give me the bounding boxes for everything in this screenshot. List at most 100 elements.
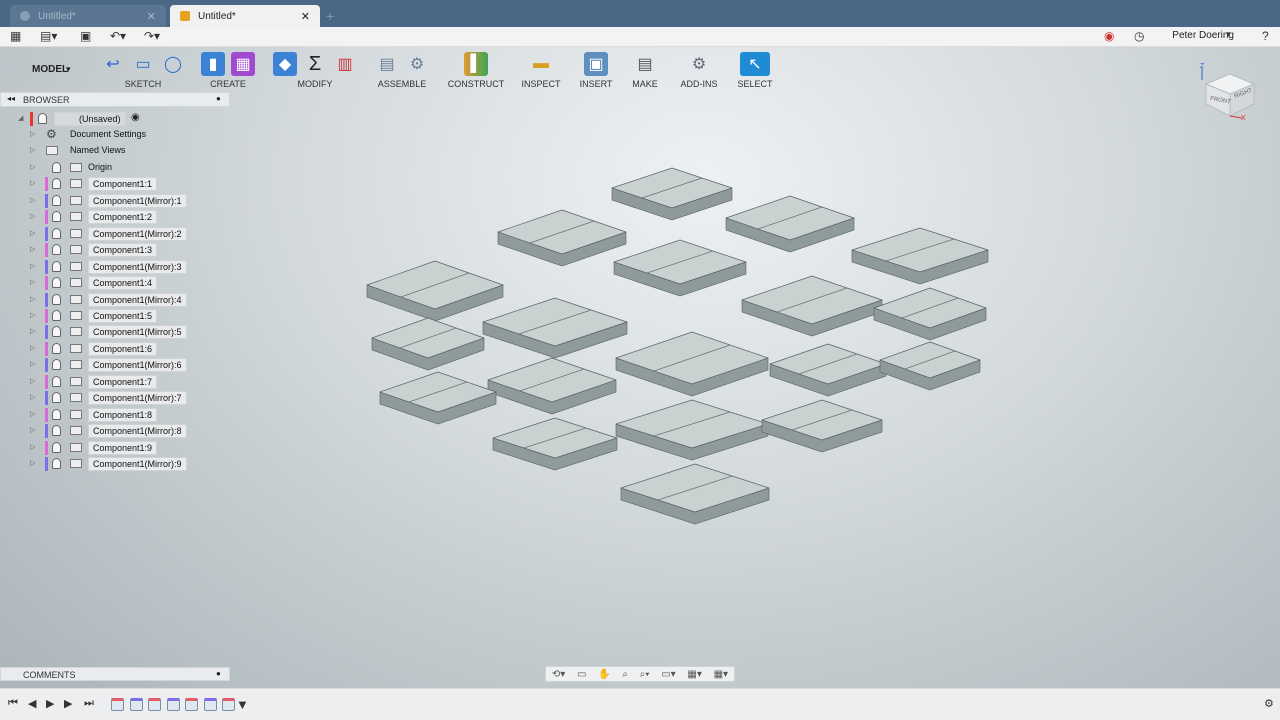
expand-icon[interactable]: ▷ <box>30 311 35 319</box>
browser-item[interactable]: ▷ Component1:4 <box>0 275 232 291</box>
expand-down-icon[interactable]: ◢ <box>18 114 23 122</box>
tile-body[interactable] <box>482 297 628 359</box>
help-icon[interactable]: ? <box>1262 29 1269 43</box>
visibility-bulb-icon[interactable] <box>52 458 61 469</box>
make-group[interactable]: ▤ MAKE <box>624 47 666 92</box>
expand-icon[interactable]: ▷ <box>30 327 35 335</box>
look-at-icon[interactable]: ▭ <box>577 669 586 680</box>
construct-group[interactable]: ▌ CONSTRUCT <box>444 47 508 92</box>
tab-untitled-2[interactable]: Untitled* ✕ <box>170 5 320 27</box>
expand-icon[interactable]: ▷ <box>30 377 35 385</box>
inspect-group[interactable]: ▬ INSPECT <box>516 47 566 92</box>
display-settings-icon[interactable]: ▭▾ <box>661 669 675 680</box>
browser-item[interactable]: ▷ Component1(Mirror):1 <box>0 193 232 209</box>
browser-item[interactable]: ▷ Component1:6 <box>0 341 232 357</box>
last-step-icon[interactable]: ⏭ <box>84 697 94 710</box>
browser-item[interactable]: ▷ Component1(Mirror):6 <box>0 357 232 373</box>
browser-item[interactable]: ▷ Component1(Mirror):4 <box>0 292 232 308</box>
tile-body[interactable] <box>769 343 887 397</box>
chevron-down-icon[interactable]: ▾ <box>66 64 71 75</box>
radio-icon[interactable]: ◉ <box>131 112 140 123</box>
timeline-feature-icon[interactable] <box>222 698 235 711</box>
scripts-icon[interactable]: ⚙ <box>687 52 711 76</box>
browser-panel-header[interactable]: ◂◂ BROWSER ● <box>0 92 230 107</box>
expand-icon[interactable]: ▷ <box>30 146 35 154</box>
image-icon[interactable]: ▣ <box>584 52 608 76</box>
pin-icon[interactable]: ● <box>216 669 221 678</box>
create-group[interactable]: ▮ ▦ CREATE <box>196 47 260 92</box>
file-icon[interactable]: ▤▾ <box>40 29 57 43</box>
insert-group[interactable]: ▣ INSERT <box>574 47 618 92</box>
browser-item[interactable]: ▷ Component1(Mirror):9 <box>0 456 232 472</box>
tile-body[interactable] <box>615 331 769 397</box>
visibility-bulb-icon[interactable] <box>52 244 61 256</box>
timeline-feature-icon[interactable] <box>166 698 180 711</box>
tile-body[interactable] <box>761 399 883 453</box>
expand-icon[interactable]: ▷ <box>30 163 35 171</box>
visibility-bulb-icon[interactable] <box>52 392 61 404</box>
visibility-bulb-icon[interactable] <box>52 260 61 272</box>
orbit-icon[interactable]: ⟲▾ <box>552 669 565 680</box>
tile-body[interactable] <box>615 399 769 461</box>
form-icon[interactable]: ▦ <box>231 52 255 76</box>
expand-icon[interactable]: ▷ <box>30 212 35 220</box>
tile-body[interactable] <box>611 167 733 221</box>
visibility-bulb-icon[interactable] <box>52 342 61 354</box>
browser-item[interactable]: ▷ Component1(Mirror):7 <box>0 390 232 406</box>
select-cursor-icon[interactable]: ↖ <box>740 52 770 76</box>
collapse-icon[interactable]: ◂◂ <box>7 94 15 103</box>
browser-item[interactable]: ▷ Component1:3 <box>0 242 232 258</box>
browser-item[interactable]: ▷ Component1:2 <box>0 209 232 225</box>
tile-body[interactable] <box>741 275 883 337</box>
expand-icon[interactable]: ▷ <box>30 360 35 368</box>
add-ins-group[interactable]: ⚙ ADD-INS <box>672 47 726 92</box>
new-tab-icon[interactable]: + <box>326 8 334 24</box>
pin-icon[interactable]: ● <box>216 94 221 103</box>
timeline-feature-icon[interactable] <box>111 698 124 711</box>
timeline-feature-icon[interactable] <box>148 698 161 711</box>
plane-icon[interactable]: ▌ <box>464 52 488 76</box>
timeline-marker-icon[interactable]: ▼ <box>236 697 249 712</box>
expand-icon[interactable]: ▷ <box>30 459 35 467</box>
tile-body[interactable] <box>725 195 855 253</box>
visibility-bulb-icon[interactable] <box>52 211 61 223</box>
tile-body[interactable] <box>371 317 485 371</box>
expand-icon[interactable]: ▷ <box>30 344 35 352</box>
expand-icon[interactable]: ▷ <box>30 130 35 138</box>
browser-item[interactable]: ▷ Component1(Mirror):3 <box>0 259 232 275</box>
new-component-icon[interactable]: ▤ <box>375 52 399 76</box>
expand-icon[interactable]: ▷ <box>30 393 35 401</box>
first-step-icon[interactable]: ⏮ <box>8 697 18 710</box>
visibility-bulb-icon[interactable] <box>52 326 61 338</box>
visibility-bulb-icon[interactable] <box>52 194 61 206</box>
expand-icon[interactable]: ▷ <box>30 229 35 237</box>
print-icon[interactable]: ▤ <box>633 52 657 76</box>
joint-icon[interactable]: ⚙ <box>405 52 429 76</box>
visibility-bulb-icon[interactable] <box>52 425 61 437</box>
expand-icon[interactable]: ▷ <box>30 410 35 418</box>
browser-item[interactable]: ▷ Origin <box>0 160 232 176</box>
modify-group[interactable]: ◆ Σ ▥ MODIFY <box>268 47 362 92</box>
browser-item[interactable]: ▷ ⚙ Document Settings <box>0 127 232 143</box>
timeline-feature-icon[interactable] <box>203 698 217 711</box>
history-icon[interactable]: ◷ <box>1134 29 1144 43</box>
redo-icon[interactable]: ↷▾ <box>144 29 160 43</box>
browser-item[interactable]: ▷ Component1:8 <box>0 407 232 423</box>
tab-untitled-1[interactable]: Untitled* ✕ <box>10 5 166 27</box>
zoom-window-icon[interactable]: ⌕▾ <box>640 669 650 680</box>
appearance-icon[interactable]: ▥ <box>333 52 357 76</box>
visibility-bulb-icon[interactable] <box>52 277 61 289</box>
sketch-group[interactable]: ↩ ▭ ◯ SKETCH <box>96 47 190 92</box>
timeline-feature-icon[interactable] <box>129 698 143 711</box>
browser-item[interactable]: ▷ Component1:7 <box>0 374 232 390</box>
browser-item[interactable]: ▷ Named Views <box>0 143 232 159</box>
pan-icon[interactable]: ✋ <box>598 669 610 680</box>
measure-icon[interactable]: ▬ <box>529 52 553 76</box>
user-menu[interactable]: Peter Doering <box>1172 30 1234 41</box>
expand-icon[interactable]: ▷ <box>30 426 35 434</box>
circle-icon[interactable]: ◯ <box>161 52 185 76</box>
sum-icon[interactable]: Σ <box>303 52 327 76</box>
undo-icon[interactable]: ↶▾ <box>110 29 126 43</box>
visibility-bulb-icon[interactable] <box>52 227 61 239</box>
line-icon[interactable]: ↩ <box>101 52 125 76</box>
